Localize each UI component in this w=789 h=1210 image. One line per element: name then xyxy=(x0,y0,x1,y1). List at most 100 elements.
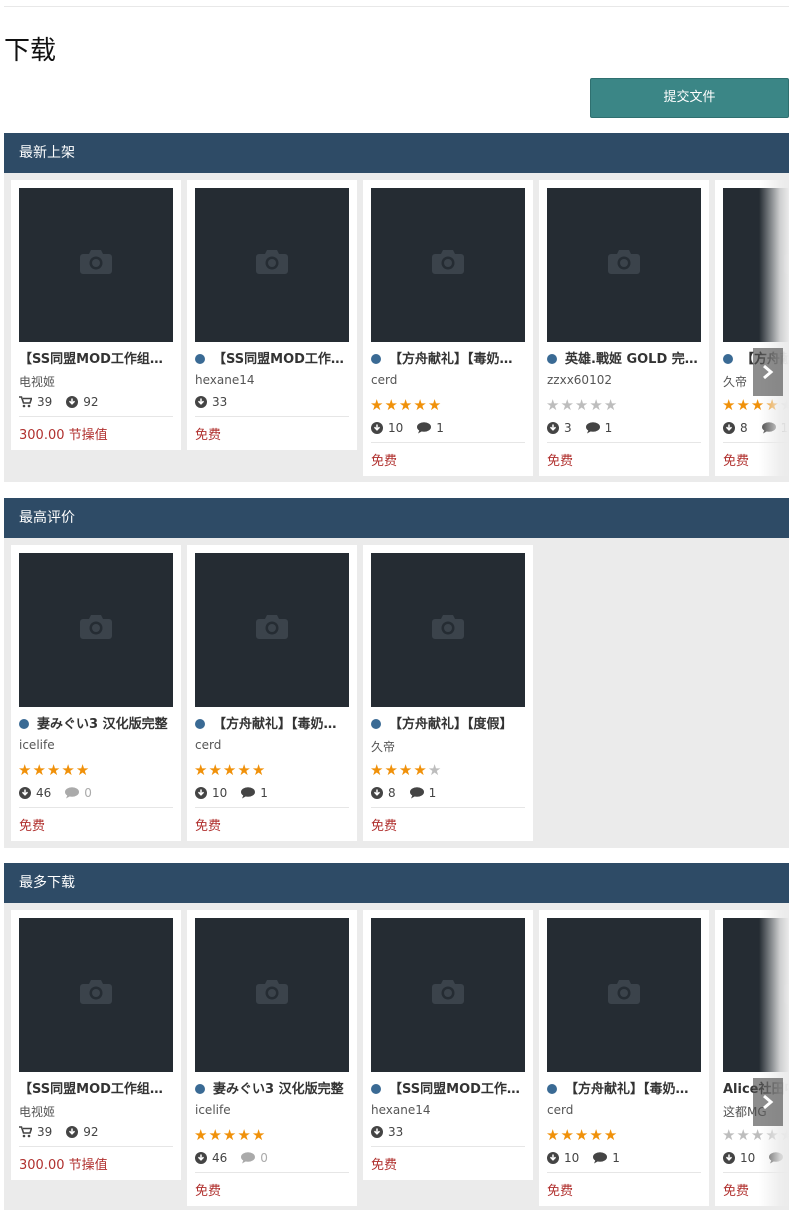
author-link[interactable]: cerd xyxy=(547,1103,573,1117)
product-card[interactable]: 【方舟献礼】【毒奶色】 cerd ★★★★★ 10 1 免费 xyxy=(363,180,533,476)
download-count-value: 33 xyxy=(388,1125,404,1139)
star-icon: ★ xyxy=(722,1126,736,1144)
purchase-count: 39 xyxy=(19,1124,52,1140)
carousel-next-button[interactable] xyxy=(753,348,783,396)
product-card[interactable]: 英雄.戰姬 GOLD 完全版 zzxx60102 ★★★★★ 3 1 免费 xyxy=(539,180,709,476)
product-card[interactable]: 【方舟献礼】【度假】 久帝 ★★★★★ 8 1 免费 xyxy=(363,545,533,841)
rating-stars: ★★★★★ xyxy=(194,760,266,779)
product-card[interactable]: 【SS同盟MOD工作组】 hexane14 33 免费 xyxy=(187,180,357,450)
product-title[interactable]: 【SS同盟MOD工作组】寒蝉 xyxy=(19,1080,173,1100)
product-card[interactable]: 【SS同盟MOD工作组】寒蝉 电视姬 39 92 300.00 节操值 xyxy=(11,180,181,450)
product-card[interactable]: 妻みぐい3 汉化版完整 icelife ★★★★★ 46 0 免费 xyxy=(11,545,181,841)
download-circle-icon xyxy=(66,395,83,409)
thumbnail-placeholder[interactable] xyxy=(371,918,525,1072)
product-card[interactable]: 【SS同盟MOD工作组】 hexane14 33 免费 xyxy=(363,910,533,1180)
product-card[interactable]: 【方舟献礼】【毒奶色】 cerd ★★★★★ 10 1 免费 xyxy=(539,910,709,1206)
author-link[interactable]: 久帝 xyxy=(371,738,395,755)
comment-count-value: 1 xyxy=(436,421,444,435)
carousel-next-button[interactable] xyxy=(753,1078,783,1126)
star-icon: ★ xyxy=(194,761,208,779)
thumbnail-placeholder[interactable] xyxy=(547,918,701,1072)
download-circle-icon xyxy=(195,1151,212,1165)
download-count-value: 92 xyxy=(83,1125,99,1139)
product-title-text: 【SS同盟MOD工作组】 xyxy=(389,1082,525,1097)
product-stats: 10 1 xyxy=(547,1150,634,1166)
author-link[interactable]: cerd xyxy=(371,373,397,387)
thumbnail-placeholder[interactable] xyxy=(371,553,525,707)
card-divider xyxy=(195,807,349,808)
product-card[interactable]: 【SS同盟MOD工作组】寒蝉 电视姬 39 92 300.00 节操值 xyxy=(11,910,181,1180)
price-label: 免费 xyxy=(723,1184,750,1199)
product-title[interactable]: 【SS同盟MOD工作组】寒蝉 xyxy=(19,350,173,370)
rating-stars: ★★★★★ xyxy=(546,1125,618,1144)
product-title[interactable]: 【方舟献礼】【毒奶色】 xyxy=(371,350,525,370)
thumbnail-placeholder[interactable] xyxy=(195,188,349,342)
thumbnail-placeholder[interactable] xyxy=(19,188,173,342)
product-card[interactable]: 妻みぐい3 汉化版完整 icelife ★★★★★ 46 0 免费 xyxy=(187,910,357,1206)
product-stats: 31 xyxy=(547,420,626,436)
download-count: 3 xyxy=(547,420,572,436)
submit-file-button[interactable]: 提交文件 xyxy=(590,78,789,118)
product-title[interactable]: 【方舟献礼】【毒奶色】 xyxy=(547,1080,701,1100)
comment-icon xyxy=(409,786,429,800)
card-divider xyxy=(371,807,525,808)
product-stats: 46 0 xyxy=(19,785,106,801)
thumbnail-placeholder[interactable] xyxy=(195,553,349,707)
author-link[interactable]: icelife xyxy=(195,1103,231,1117)
star-icon: ★ xyxy=(427,396,442,414)
camera-icon xyxy=(80,248,112,274)
section-top-rated: 最高评价 妻みぐい3 汉化版完整 icelife ★★★★★ 46 0 免费 【方舟献礼】【… xyxy=(4,498,789,848)
download-count-value: 10 xyxy=(564,1151,580,1165)
download-count: 46 xyxy=(19,785,51,801)
download-count-value: 3 xyxy=(564,421,572,435)
product-title[interactable]: 【SS同盟MOD工作组】 xyxy=(195,350,349,370)
download-circle-icon xyxy=(195,786,212,800)
product-stats: 81 xyxy=(371,785,450,801)
author-link[interactable]: icelife xyxy=(19,738,55,752)
thumbnail-placeholder[interactable] xyxy=(19,553,173,707)
author-link[interactable]: 电视姬 xyxy=(19,1103,55,1120)
download-circle-icon xyxy=(195,395,212,409)
product-title[interactable]: 【方舟献礼】【毒奶色】 xyxy=(195,715,349,735)
download-circle-icon xyxy=(371,786,388,800)
product-title[interactable]: 【方舟献礼】【度假】 xyxy=(371,715,525,735)
download-count: 8 xyxy=(723,420,748,436)
card-divider xyxy=(547,1172,701,1173)
comment-count-value: 1 xyxy=(612,1151,620,1165)
author-link[interactable]: hexane14 xyxy=(195,373,255,387)
star-icon: ★ xyxy=(589,1126,603,1144)
product-title[interactable]: 英雄.戰姬 GOLD 完全版 xyxy=(547,350,701,370)
author-link[interactable]: cerd xyxy=(195,738,221,752)
thumbnail-placeholder[interactable] xyxy=(371,188,525,342)
star-icon: ★ xyxy=(61,761,75,779)
thumbnail-placeholder[interactable] xyxy=(19,918,173,1072)
card-divider xyxy=(19,1146,173,1147)
product-stats: 10 1 xyxy=(195,785,282,801)
comment-count-value: 1 xyxy=(260,786,268,800)
comment-icon xyxy=(417,421,436,435)
star-icon: ★ xyxy=(427,761,442,779)
product-title[interactable]: 【SS同盟MOD工作组】 xyxy=(371,1080,525,1100)
thumbnail-placeholder[interactable] xyxy=(195,918,349,1072)
author-link[interactable]: hexane14 xyxy=(371,1103,431,1117)
rating-stars: ★★★★★ xyxy=(194,1125,266,1144)
carousel-fade xyxy=(759,173,789,482)
product-title[interactable]: 妻みぐい3 汉化版完整 xyxy=(195,1080,349,1100)
comment-count: 1 xyxy=(241,785,268,801)
star-icon: ★ xyxy=(574,396,589,414)
status-dot-icon xyxy=(547,1084,557,1094)
star-icon: ★ xyxy=(237,1126,251,1144)
author-link[interactable]: 久帝 xyxy=(723,373,747,390)
comment-count-value: 1 xyxy=(428,786,437,800)
author-link[interactable]: zzxx60102 xyxy=(547,373,612,387)
download-count-value: 8 xyxy=(388,786,396,800)
product-title-text: 【方舟献礼】【毒奶色】 xyxy=(213,717,349,732)
thumbnail-placeholder[interactable] xyxy=(547,188,701,342)
download-circle-icon xyxy=(723,1151,740,1165)
section-title: 最新上架 xyxy=(4,133,789,173)
author-link[interactable]: 电视姬 xyxy=(19,373,55,390)
product-title[interactable]: 妻みぐい3 汉化版完整 xyxy=(19,715,173,735)
comment-icon xyxy=(585,421,605,435)
star-icon: ★ xyxy=(46,761,61,779)
product-card[interactable]: 【方舟献礼】【毒奶色】 cerd ★★★★★ 10 1 免费 xyxy=(187,545,357,841)
